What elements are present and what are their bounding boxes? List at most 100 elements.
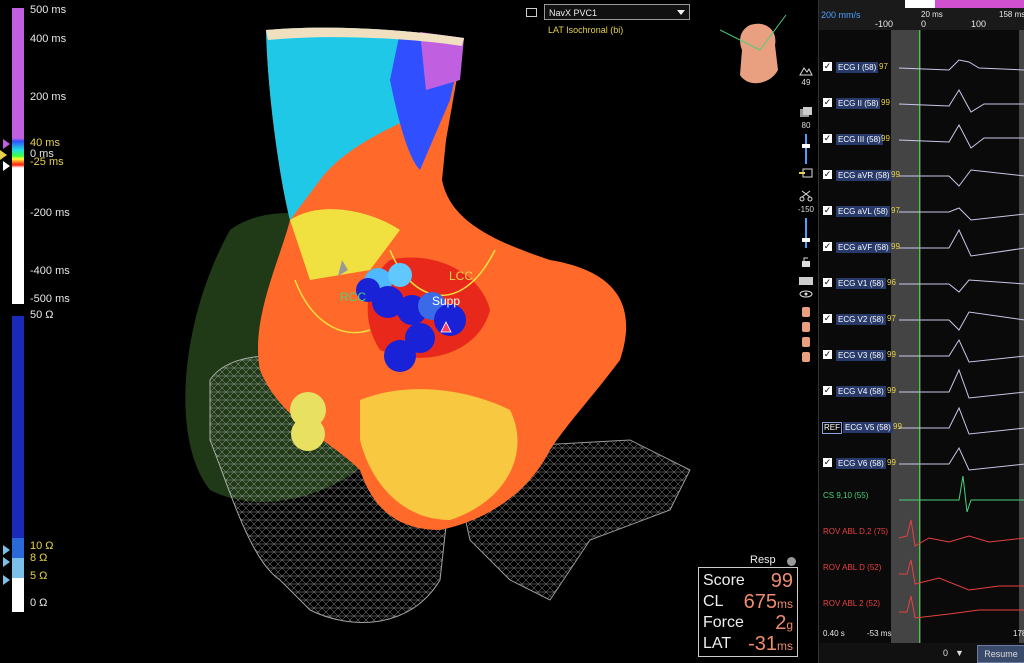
channel-rov-abl-2[interactable]: ROV ABL 2 (52): [823, 599, 880, 608]
brightness-value: 49: [801, 78, 811, 87]
channel-score: 96: [887, 278, 896, 287]
ecg-panel: 200 mm/s -100 0 100 20 ms 158 ms ✓ ECG I…: [818, 0, 1024, 663]
time-ruler[interactable]: 200 mm/s -100 0 100 20 ms 158 ms: [819, 0, 1024, 30]
tick-0: 0: [921, 19, 927, 29]
channel-score: 99: [887, 350, 896, 359]
window-handle[interactable]: [905, 0, 935, 8]
layers-icon[interactable]: [796, 106, 816, 120]
torso-back-icon[interactable]: [796, 321, 816, 335]
channel-rov-abl-d[interactable]: ROV ABL D (52): [823, 563, 881, 572]
tick-minus100: -100: [875, 19, 894, 29]
lock-icon[interactable]: [796, 256, 816, 270]
supp-label: Supp: [432, 294, 461, 308]
channel-checkbox[interactable]: ✓: [823, 314, 832, 323]
brightness-icon[interactable]: [796, 66, 816, 78]
reference-tag[interactable]: REF: [822, 422, 842, 434]
opacity-value: 80: [801, 121, 811, 130]
channel-name: ECG V4 (58): [836, 386, 886, 397]
lat-scale-gradient: [12, 8, 24, 304]
channel-name: ECG aVF (58): [836, 242, 891, 253]
lat-lower-marker[interactable]: [3, 161, 10, 171]
channel-checkbox[interactable]: ✓: [823, 386, 832, 395]
channel-checkbox[interactable]: ✓: [823, 170, 832, 179]
time-scale-label: 0.40 s: [823, 629, 845, 638]
resume-button[interactable]: Resume: [977, 645, 1024, 663]
offset-label: -53 ms: [867, 629, 892, 638]
tick-100: 100: [971, 19, 987, 29]
imp-marker-10[interactable]: [3, 545, 10, 555]
lat-label-minus400: -400 ms: [30, 265, 70, 277]
force-label: Force: [703, 614, 744, 631]
anatomy-3d-map[interactable]: [150, 20, 710, 640]
channel-name: ECG aVL (58): [836, 206, 890, 217]
lat-color-scale[interactable]: [12, 8, 24, 304]
channel-name: ECG aVR (58): [836, 170, 892, 181]
channel-rov-abl-d2[interactable]: ROV ABL D,2 (75): [823, 527, 888, 536]
lat-label-200: 200 ms: [30, 91, 67, 103]
channel-name: ECG V5 (58): [843, 422, 893, 433]
channel-score: 99: [887, 386, 896, 395]
channel-name: ECG V1 (58): [836, 278, 886, 289]
clip-value: -150: [797, 205, 814, 214]
lat-label-500: 500 ms: [30, 4, 67, 16]
channel-checkbox[interactable]: ✓: [823, 134, 832, 143]
channel-checkbox[interactable]: ✓: [823, 278, 832, 287]
imp-label-50: 50 Ω: [30, 309, 54, 321]
channel-checkbox[interactable]: ✓: [823, 350, 832, 359]
channel-name: ECG III (58): [836, 134, 883, 145]
imp-label-5: 5 Ω: [30, 570, 48, 582]
imp-marker-5[interactable]: [3, 575, 10, 585]
torso-left-icon[interactable]: [796, 336, 816, 350]
channel-checkbox[interactable]: ✓: [823, 98, 832, 107]
orientation-torso-icon[interactable]: [720, 10, 790, 90]
view-icon[interactable]: [796, 276, 816, 288]
lat-label-minus200: -200 ms: [30, 207, 70, 219]
tag-marker-yellow-2[interactable]: [291, 417, 325, 451]
channel-checkbox[interactable]: ✓: [823, 242, 832, 251]
lat-zero-marker[interactable]: [0, 150, 7, 160]
channel-score: 97: [887, 314, 896, 323]
arrow-icon[interactable]: [796, 168, 816, 180]
channel-name: ECG V6 (58): [836, 458, 886, 469]
channel-checkbox[interactable]: ✓: [823, 62, 832, 71]
lat-label-minus500: -500 ms: [30, 293, 70, 305]
channel-score: 99: [881, 134, 890, 143]
torso-right-icon[interactable]: [796, 351, 816, 365]
lat-upper-marker[interactable]: [3, 139, 10, 149]
ecg-traces: [898, 59, 1024, 619]
clip-slider[interactable]: [796, 218, 816, 250]
map-type-label: LAT Isochronal (bi): [548, 25, 624, 35]
channel-name: ECG II (58): [836, 98, 881, 109]
torso-front-icon[interactable]: [796, 306, 816, 320]
chevron-down-icon[interactable]: ▼: [955, 648, 964, 658]
imp-marker-8[interactable]: [3, 557, 10, 567]
scissors-icon[interactable]: [796, 190, 816, 204]
channel-checkbox[interactable]: ✓: [823, 458, 832, 467]
end-label: 178: [1013, 629, 1024, 638]
map-selector-dropdown[interactable]: NavX PVC1: [544, 4, 690, 20]
resp-label: Resp: [750, 554, 776, 566]
cl-row: CL 675ms: [703, 591, 793, 613]
lat-label: LAT: [703, 635, 732, 652]
cl-value: 675ms: [743, 591, 793, 613]
channel-score: 99: [891, 242, 900, 251]
resp-indicator: [787, 557, 796, 566]
score-label: Score: [703, 572, 745, 589]
channel-score: 99: [881, 98, 890, 107]
imp-label-8: 8 Ω: [30, 552, 48, 564]
impedance-scale[interactable]: [12, 316, 24, 612]
force-value: 2g: [775, 612, 793, 634]
channel-checkbox[interactable]: ✓: [823, 206, 832, 215]
channel-cs[interactable]: CS 9,10 (55): [823, 491, 868, 500]
channel-score: 97: [879, 62, 888, 71]
channel-score: 97: [891, 206, 900, 215]
imp-label-0: 0 Ω: [30, 597, 48, 609]
force-row: Force 2g: [703, 612, 793, 634]
eye-icon[interactable]: [796, 290, 816, 300]
map-selector-value: NavX PVC1: [549, 8, 598, 18]
speed-value[interactable]: 0: [943, 648, 948, 658]
opacity-slider[interactable]: [796, 134, 816, 166]
map-list-icon[interactable]: [526, 8, 537, 17]
channel-score: 99: [891, 170, 900, 179]
window-end-label: 158 ms: [999, 10, 1024, 19]
